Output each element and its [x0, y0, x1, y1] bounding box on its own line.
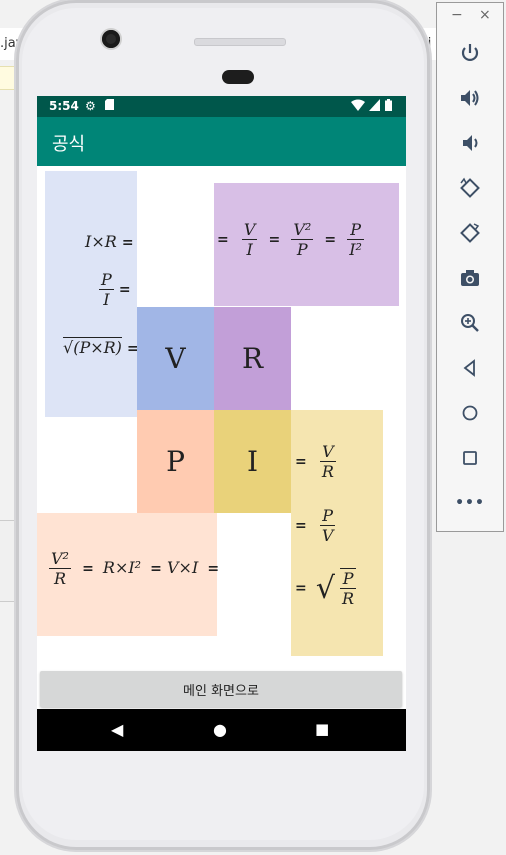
numerator: V	[241, 220, 258, 240]
earpiece-speaker	[194, 38, 286, 46]
app-bar: 공식	[37, 117, 406, 166]
rotate-right-icon[interactable]	[453, 216, 487, 250]
gear-icon: ⚙	[85, 99, 96, 113]
fraction: V I	[241, 220, 258, 259]
v-formula-ixr-text: I×R	[85, 232, 117, 251]
proximity-sensor	[222, 70, 254, 84]
denominator: I	[103, 290, 110, 309]
center-i: I	[214, 410, 291, 513]
main-screen-button[interactable]: 메인 화면으로	[40, 671, 402, 707]
numerator: P	[319, 506, 336, 526]
rotate-left-icon[interactable]	[453, 171, 487, 205]
numerator: P	[340, 569, 357, 589]
i-formula-v-over-r: = V R	[295, 442, 336, 481]
status-bar: 5:54 ⚙	[37, 96, 406, 117]
numerator: V	[319, 442, 336, 462]
volume-down-icon[interactable]	[453, 126, 487, 160]
nav-home-icon[interactable]: ●	[213, 720, 227, 739]
center-r: R	[214, 307, 291, 410]
phone-screen: 5:54 ⚙ 공식 I×R = P I = √(P×R) = = V I = V…	[37, 96, 406, 751]
app-title: 공식	[52, 134, 86, 155]
numerator: P	[99, 270, 114, 290]
v-formula-sqrt-pr: √(P×R) =	[63, 337, 139, 357]
numerator: P	[347, 220, 364, 240]
status-time: 5:54	[49, 99, 79, 113]
v-formula-ixr: I×R =	[85, 232, 134, 251]
center-v: V	[137, 307, 214, 410]
wifi-icon	[351, 99, 365, 114]
equals-sign: =	[295, 518, 307, 534]
fraction: V² P	[291, 220, 314, 259]
nav-bar: ◀ ● ■	[37, 709, 406, 751]
camera-icon[interactable]	[453, 261, 487, 295]
equals-sign: =	[295, 580, 307, 597]
overview-icon[interactable]	[453, 441, 487, 475]
more-icon-glyph: •••	[455, 495, 485, 511]
fraction: V² R	[49, 549, 71, 588]
r-formulas: = V I = V² P = P I²	[217, 220, 364, 259]
sqrt-sign: √	[315, 570, 335, 606]
power-icon[interactable]	[453, 36, 487, 70]
volume-up-icon[interactable]	[453, 81, 487, 115]
close-button[interactable]: ×	[479, 7, 491, 23]
battery-icon	[385, 99, 392, 114]
v-formula-p-over-i: P I =	[99, 270, 131, 309]
back-icon[interactable]	[453, 351, 487, 385]
center-p: P	[137, 410, 214, 513]
fraction: P R	[340, 568, 357, 608]
home-icon[interactable]	[453, 396, 487, 430]
fraction: V R	[319, 442, 336, 481]
minimize-button[interactable]: −	[451, 7, 463, 23]
front-camera	[102, 30, 120, 48]
sim-card-icon	[105, 99, 114, 113]
emulator-panel: − × •••	[436, 2, 504, 532]
p-formula-vxi: V×I	[167, 558, 199, 577]
denominator: R	[321, 462, 334, 481]
equals-sign: =	[207, 561, 220, 577]
numerator: V²	[291, 220, 314, 240]
nav-back-icon[interactable]: ◀	[111, 720, 123, 739]
equals-sign: =	[118, 282, 131, 298]
equals-sign: =	[82, 561, 94, 577]
fraction: P I	[99, 270, 114, 309]
formula-wheel: I×R = P I = √(P×R) = = V I = V² P = P I²…	[37, 166, 406, 669]
p-formulas: V² R = R×I² = V×I =	[49, 549, 219, 588]
fraction: P V	[319, 506, 336, 545]
i-formula-sqrt-p-over-r: = √ P R	[295, 568, 357, 608]
denominator: I	[246, 240, 253, 259]
fraction: P I²	[347, 220, 364, 259]
denominator: R	[53, 569, 66, 588]
denominator: V	[321, 526, 334, 545]
signal-icon	[369, 99, 380, 114]
equals-sign: =	[324, 232, 337, 248]
equals-sign: =	[121, 235, 134, 251]
v-formula-sqrt-text: √(P×R)	[63, 337, 122, 357]
i-formula-p-over-v: = P V	[295, 506, 336, 545]
equals-sign: =	[268, 232, 281, 248]
equals-sign: =	[150, 561, 162, 577]
more-icon[interactable]: •••	[453, 486, 487, 520]
button-row: 메인 화면으로	[37, 669, 406, 713]
nav-recents-icon[interactable]: ■	[315, 720, 329, 738]
equals-sign: =	[217, 232, 229, 248]
numerator: V²	[49, 549, 71, 569]
p-formula-rxi2: R×I²	[102, 558, 142, 577]
denominator: I²	[349, 240, 362, 259]
zoom-icon[interactable]	[453, 306, 487, 340]
denominator: P	[296, 240, 308, 259]
denominator: R	[342, 589, 355, 608]
equals-sign: =	[295, 454, 307, 470]
